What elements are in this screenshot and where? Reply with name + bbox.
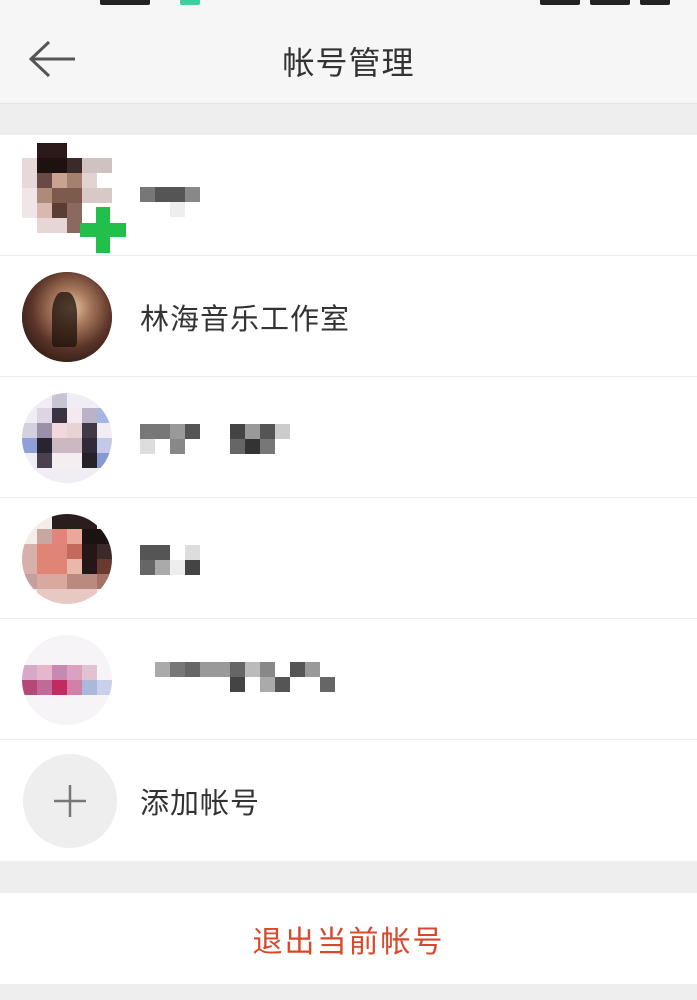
logout-label: 退出当前帐号 [252, 924, 445, 960]
avatar [22, 393, 112, 483]
account-list: 林海音乐工作室 添加帐号 [0, 135, 697, 861]
status-bar [0, 0, 697, 8]
status-icon [180, 0, 200, 5]
avatar [22, 272, 112, 362]
account-row[interactable] [0, 619, 697, 740]
signal-icon [590, 0, 630, 5]
account-name: 林海音乐工作室 [140, 302, 351, 336]
account-row-current[interactable] [0, 135, 697, 256]
account-name [140, 424, 290, 454]
plus-icon [54, 785, 86, 817]
page-title: 帐号管理 [282, 44, 415, 82]
status-time [100, 0, 150, 5]
account-name [140, 662, 340, 692]
logout-button[interactable]: 退出当前帐号 [0, 893, 697, 984]
add-account-row[interactable]: 添加帐号 [0, 740, 697, 861]
signal-icon [540, 0, 580, 5]
avatar [22, 635, 112, 725]
account-row[interactable] [0, 498, 697, 619]
battery-icon [640, 0, 670, 5]
account-name [140, 187, 210, 217]
account-row[interactable]: 林海音乐工作室 [0, 256, 697, 377]
top-bar: 帐号管理 [0, 8, 697, 104]
add-account-button[interactable] [23, 754, 117, 848]
add-account-label: 添加帐号 [140, 786, 261, 820]
account-name [140, 545, 215, 575]
plus-icon [80, 207, 126, 253]
avatar [22, 514, 112, 604]
account-row[interactable] [0, 377, 697, 498]
